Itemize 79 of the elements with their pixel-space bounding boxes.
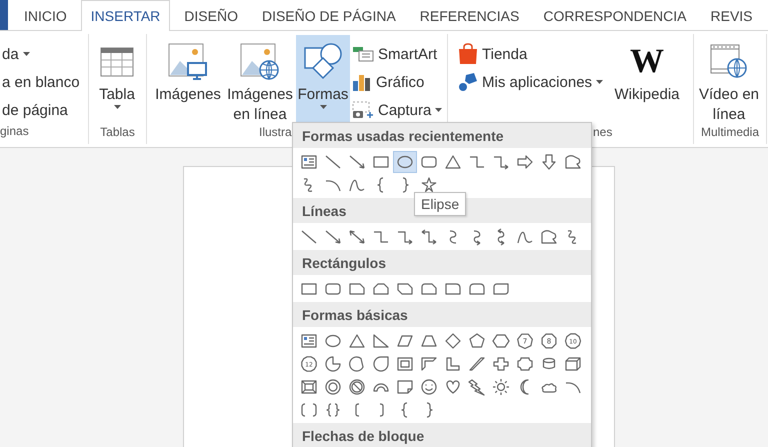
bevel-icon xyxy=(299,378,319,396)
cross-icon xyxy=(491,355,511,373)
freeform-icon xyxy=(539,228,559,246)
group-label: ginas xyxy=(0,124,29,140)
apps-icon xyxy=(458,72,478,92)
hexagon-icon xyxy=(491,332,511,350)
tooltip: Elipse xyxy=(414,192,466,216)
ribbon-button[interactable]: Tienda xyxy=(456,40,606,68)
line-icon xyxy=(323,153,343,171)
ribbon-button[interactable]: a en blanco xyxy=(0,68,88,96)
left-brace-icon xyxy=(401,402,409,418)
left-brace-icon xyxy=(377,177,385,193)
textbox-icon xyxy=(299,332,319,350)
ellipse-icon xyxy=(395,153,415,171)
ribbon-button[interactable]: Gráfico xyxy=(350,68,445,96)
group-label: Tablas xyxy=(100,125,135,141)
shape-button[interactable] xyxy=(393,151,417,173)
right-bracket-icon xyxy=(378,403,384,417)
right-triangle-icon xyxy=(371,332,391,350)
plaque-icon xyxy=(515,355,535,373)
smiley-icon xyxy=(419,378,439,396)
right-brace-icon xyxy=(425,402,433,418)
frame-icon xyxy=(395,355,415,373)
lightning-icon xyxy=(467,378,487,396)
arrow-line-icon xyxy=(323,228,343,246)
picture-monitor-icon xyxy=(168,43,208,81)
ellipse-icon xyxy=(323,332,343,350)
ribbon-button[interactable]: Imágenes en línea xyxy=(224,35,296,125)
ribbon-button[interactable]: da xyxy=(0,40,88,68)
group-label: Ilustra xyxy=(259,125,292,141)
section-header: Formas usadas recientemente xyxy=(293,123,591,148)
cube-icon xyxy=(563,355,583,373)
double-bracket-icon xyxy=(299,401,319,419)
section-header: Formas básicas xyxy=(293,302,591,327)
ribbon-button[interactable]: Mis aplicaciones xyxy=(456,68,606,96)
smartart-icon xyxy=(352,46,374,62)
section-header: Rectángulos xyxy=(293,250,591,275)
camera-icon xyxy=(352,101,374,119)
diagonal-stripe-icon xyxy=(467,355,487,373)
double-arrow-line-icon xyxy=(347,228,367,246)
freeform-icon xyxy=(563,153,583,171)
section-header: Flechas de bloque xyxy=(293,423,591,447)
group-label: Multimedia xyxy=(700,125,760,141)
no-symbol-icon xyxy=(347,378,367,396)
bar-chart-icon xyxy=(352,73,372,91)
ribbon-button[interactable]: Tabla xyxy=(89,35,145,125)
ribbon-button[interactable]: Captura xyxy=(350,96,445,124)
group-label: nes xyxy=(593,125,612,141)
shopping-bag-icon xyxy=(458,43,478,65)
right-brace-icon xyxy=(401,177,409,193)
line-icon xyxy=(299,228,319,246)
right-arrow-icon xyxy=(515,153,535,171)
triangle-icon xyxy=(443,153,463,171)
ribbon-button[interactable]: Formas xyxy=(296,35,350,125)
table-icon xyxy=(100,47,134,77)
ribbon-button[interactable]: W Wikipedia xyxy=(606,35,688,125)
half-frame-icon xyxy=(419,355,439,373)
pie-icon xyxy=(323,355,343,373)
left-bracket-icon xyxy=(354,403,360,417)
ribbon-button[interactable]: SmartArt xyxy=(350,40,445,68)
picture-globe-icon xyxy=(240,43,280,81)
folded-corner-icon xyxy=(395,378,415,396)
video-globe-icon xyxy=(710,44,748,80)
ribbon-button[interactable]: de página xyxy=(0,96,88,124)
pentagon-icon xyxy=(467,332,487,350)
elbow-double-arrow-icon xyxy=(419,228,439,246)
shapes-icon xyxy=(303,42,343,82)
triangle-icon xyxy=(347,332,367,350)
star-icon xyxy=(419,176,439,194)
sun-icon xyxy=(491,378,511,396)
diamond-icon xyxy=(443,332,463,350)
wikipedia-logo: W xyxy=(630,42,664,82)
textbox-icon xyxy=(299,153,319,171)
donut-icon xyxy=(323,378,343,396)
arrow-line-icon xyxy=(347,153,367,171)
ribbon-button[interactable]: Imágenes xyxy=(152,35,224,125)
ribbon-button[interactable]: Vídeo en línea xyxy=(694,35,764,125)
teardrop-icon xyxy=(371,355,391,373)
ribbon-tab[interactable]: INSERTAR xyxy=(80,0,170,31)
